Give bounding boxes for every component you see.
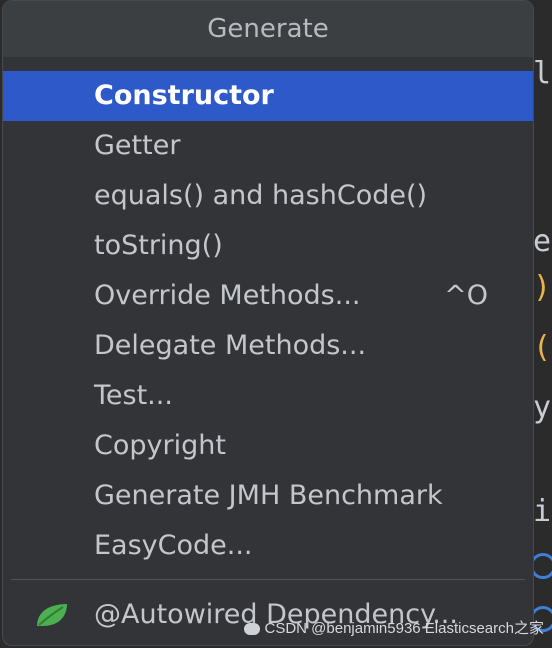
wechat-icon	[244, 623, 261, 636]
menu-item-label: Override Methods...	[94, 280, 361, 311]
menu-item-override-methods[interactable]: Override Methods... ^O	[3, 271, 533, 321]
menu-item-label: Copyright	[94, 430, 226, 461]
menu-item-label: Test...	[94, 380, 173, 411]
code-fragment-paren: (	[533, 330, 552, 365]
watermark-text: CSDN @benjamin5936 Elasticsearch之家	[264, 620, 544, 637]
menu-item-easycode[interactable]: EasyCode...	[3, 521, 533, 571]
menu-item-label: toString()	[94, 230, 223, 261]
menu-item-label: EasyCode...	[94, 530, 253, 561]
menu-item-test[interactable]: Test...	[3, 371, 533, 421]
code-fragment: l	[533, 56, 552, 91]
popup-title: Generate	[3, 1, 533, 57]
menu-item-label: Generate JMH Benchmark	[94, 480, 443, 511]
menu-item-label: Delegate Methods...	[94, 330, 367, 361]
code-fragment: y	[533, 390, 552, 425]
menu-separator	[11, 579, 525, 580]
menu-item-label: Getter	[94, 130, 181, 161]
menu-item-label: Constructor	[94, 80, 274, 111]
watermark: CSDN @benjamin5936 Elasticsearch之家	[244, 617, 544, 638]
menu-item-getter[interactable]: Getter	[3, 121, 533, 171]
generate-menu: Constructor Getter equals() and hashCode…	[3, 71, 533, 640]
menu-item-shortcut: ^O	[444, 280, 488, 311]
code-fragment: i	[533, 494, 552, 529]
menu-item-copyright[interactable]: Copyright	[3, 421, 533, 471]
menu-item-jmh-benchmark[interactable]: Generate JMH Benchmark	[3, 471, 533, 521]
menu-item-tostring[interactable]: toString()	[3, 221, 533, 271]
spring-leaf-icon	[37, 604, 67, 626]
menu-item-constructor[interactable]: Constructor	[3, 71, 533, 121]
menu-item-delegate-methods[interactable]: Delegate Methods...	[3, 321, 533, 371]
code-fragment: e	[533, 224, 552, 259]
code-fragment-bracket: )	[533, 270, 552, 305]
menu-item-label: equals() and hashCode()	[94, 180, 428, 211]
menu-item-equals-hashcode[interactable]: equals() and hashCode()	[3, 171, 533, 221]
generate-popup: Generate Constructor Getter equals() and…	[2, 0, 534, 646]
